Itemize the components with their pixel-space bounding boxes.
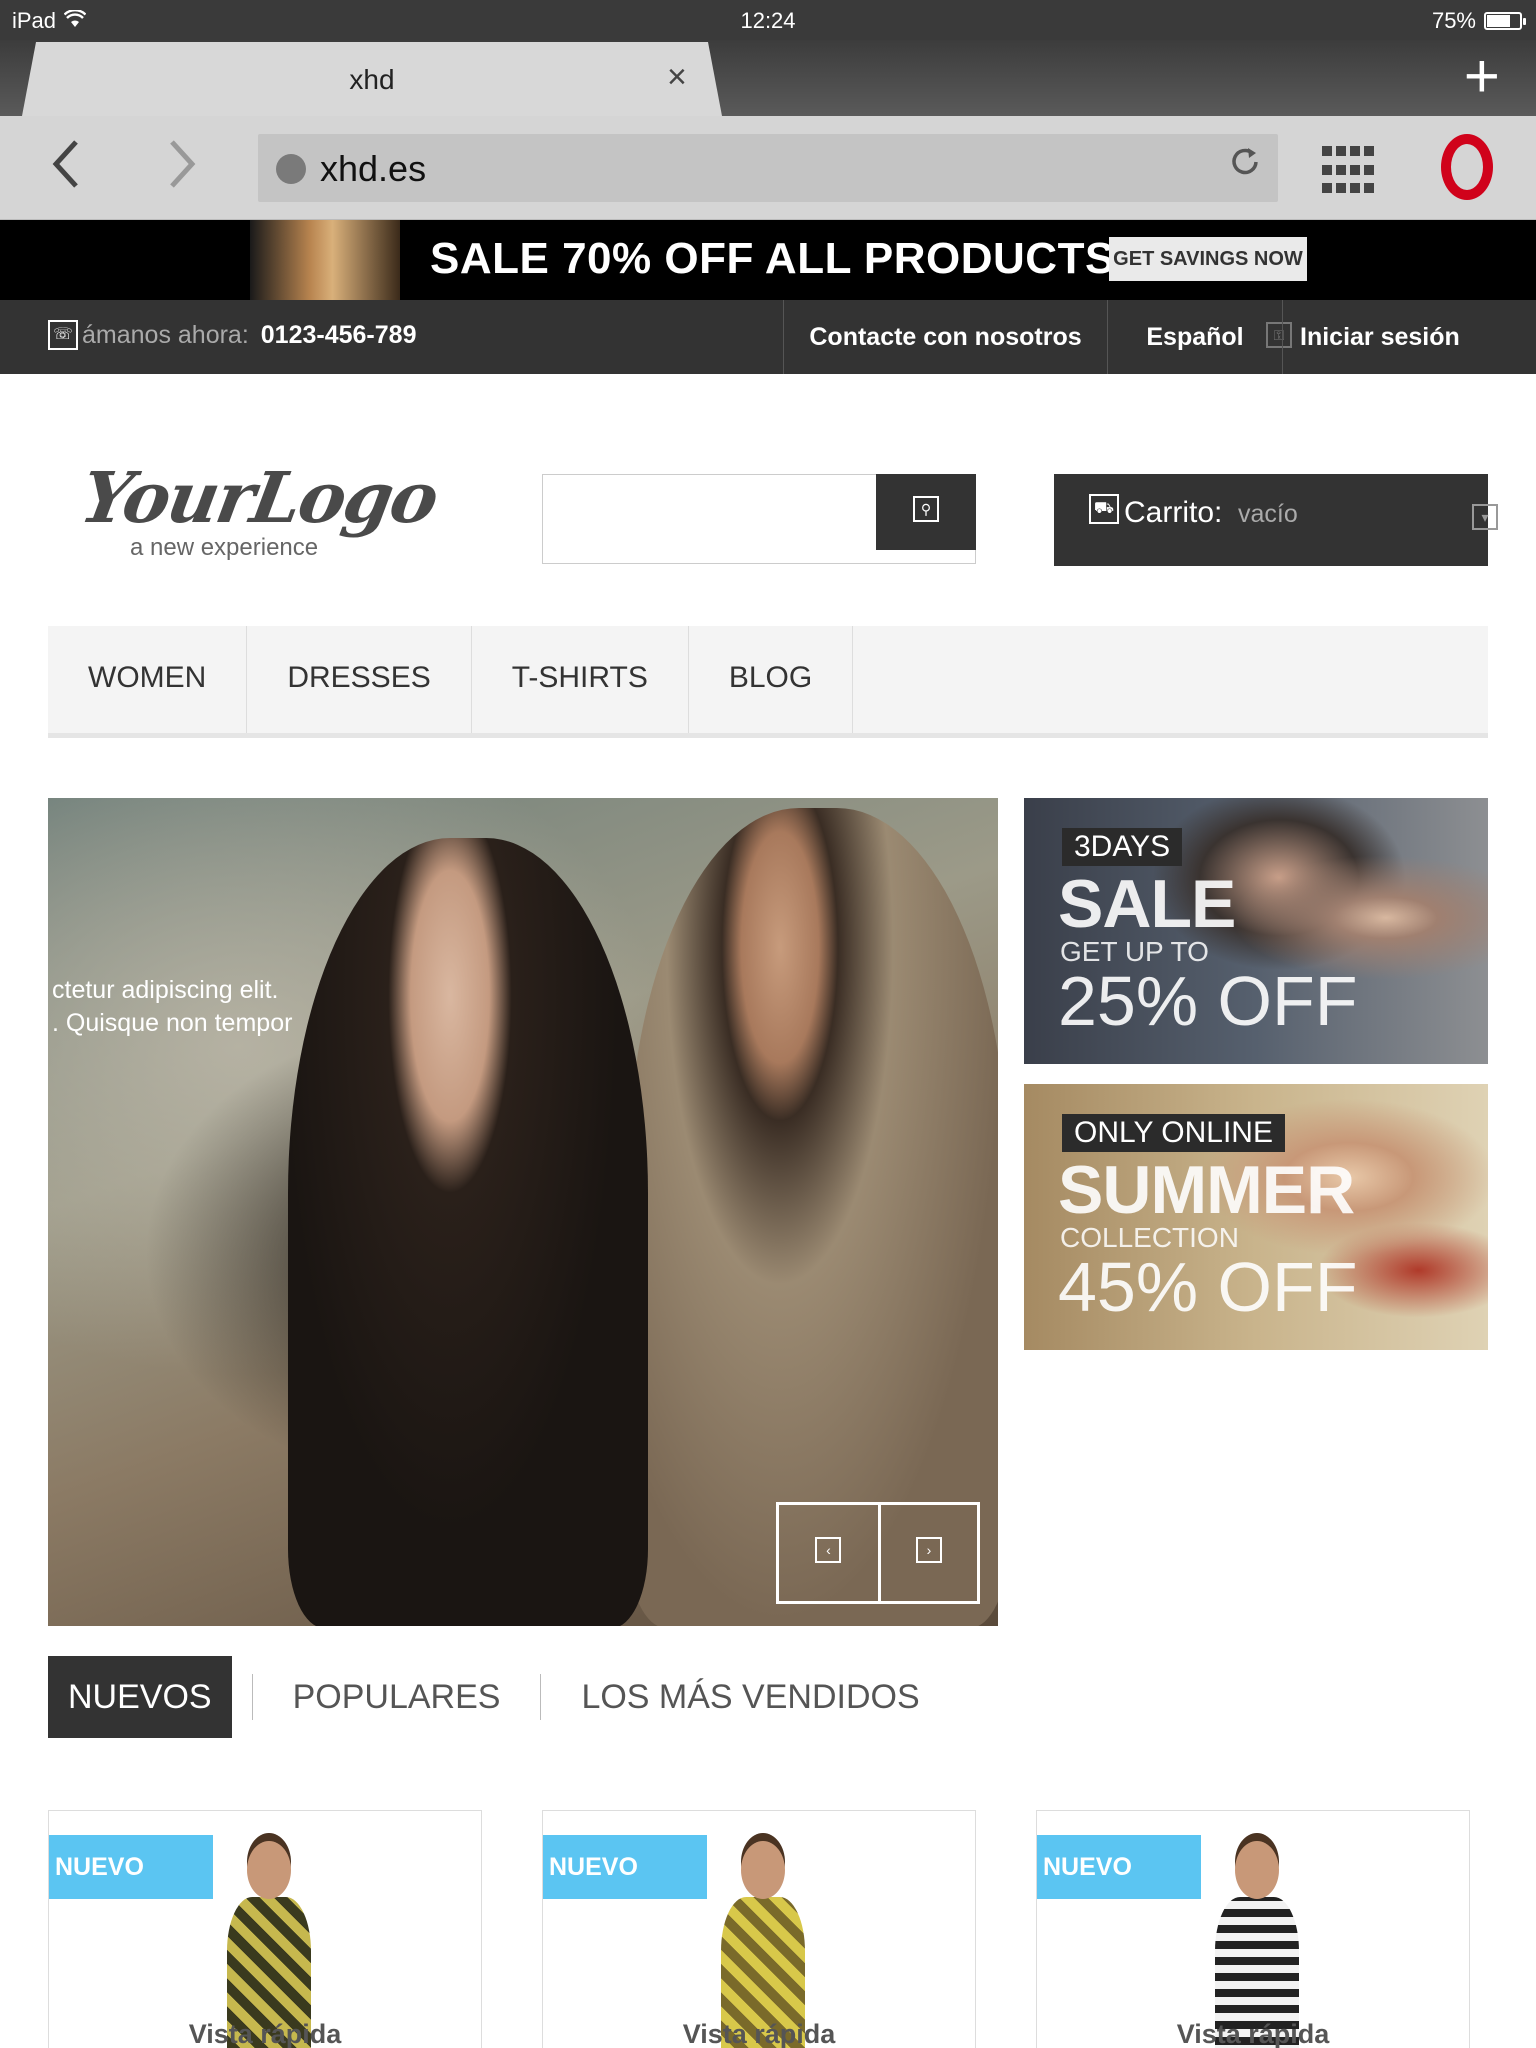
url-text: xhd.es [320,148,427,189]
main-nav: WOMEN DRESSES T-SHIRTS BLOG [48,626,1488,738]
status-right: 75% [1431,8,1526,34]
phone-icon: ☏ [48,320,78,350]
divider [251,1674,253,1720]
sale-banner[interactable]: SALE 70% OFF ALL PRODUCTS GET SAVINGS NO… [0,220,1536,300]
product-card[interactable]: NUEVO Vista rápida [1036,1810,1470,2048]
slider-next-button[interactable]: › [877,1505,977,1601]
promo-discount: 45% OFF [1058,1248,1358,1326]
reload-icon[interactable] [1228,144,1262,189]
product-tabs: NUEVOS POPULARES LOS MÁS VENDIDOS [48,1656,940,1738]
battery-percent: 75% [1431,8,1476,33]
top-info-bar: ☏ ámanos ahora: 0123-456-789 Contacte co… [0,300,1536,374]
quick-view-button[interactable]: Vista rápida [543,2019,975,2048]
browser-tab-strip: xhd × + [0,40,1536,116]
call-label: ámanos ahora: [82,320,249,349]
search-button[interactable]: ⚲ [876,474,976,550]
logo-tagline: a new experience [130,534,319,561]
login-link[interactable]: Iniciar sesión [1262,300,1482,374]
promo-tag: ONLY ONLINE [1062,1114,1285,1152]
promo-discount: 25% OFF [1058,962,1358,1040]
browser-toolbar: xhd.es [0,116,1536,220]
language-selector[interactable]: Español [1107,300,1282,374]
promo-tag: 3DAYS [1062,828,1183,866]
hero-caption-line-1: ctetur adipiscing elit. [52,976,279,1004]
product-card[interactable]: NUEVO Vista rápida [48,1810,482,2048]
hero-woman-image [288,838,648,1626]
prev-icon: ‹ [815,1537,842,1563]
product-card[interactable]: NUEVO Vista rápida [542,1810,976,2048]
plus-icon[interactable]: + [1464,46,1500,108]
battery-icon [1484,12,1526,30]
logo-text: YourLogo [74,456,444,539]
divider [540,1674,542,1720]
product-image[interactable] [209,1841,329,2048]
chevron-right-icon[interactable] [166,136,200,201]
new-badge: NUEVO [1037,1835,1201,1899]
ios-status-bar: iPad 12:24 75% [0,0,1536,40]
hero-caption: ctetur adipiscing elit. . Quisque non te… [52,974,292,1040]
opera-icon[interactable] [1441,134,1493,200]
phone-number: 0123-456-789 [260,320,417,349]
hero-slider[interactable]: ctetur adipiscing elit. . Quisque non te… [48,798,998,1626]
browser-tab[interactable]: xhd × [22,42,722,116]
phone-block: ☏ ámanos ahora: 0123-456-789 [48,320,416,350]
cart-block[interactable]: ⛟ Carrito: vacío ▾ [1054,474,1498,566]
slider-prev-button[interactable]: ‹ [779,1505,878,1601]
banner-model-image [250,220,400,300]
nav-item-dresses[interactable]: DRESSES [247,626,472,733]
tab-populares[interactable]: POPULARES [273,1656,521,1738]
tab-title: xhd [349,64,395,95]
tab-mas-vendidos[interactable]: LOS MÁS VENDIDOS [561,1656,939,1738]
nav-item-tshirts[interactable]: T-SHIRTS [472,626,689,733]
new-badge: NUEVO [49,1835,213,1899]
next-icon: › [915,1537,942,1563]
battery-fill [1487,15,1510,27]
promo-banner-sale[interactable]: 3DAYS SALE GET UP TO 25% OFF [1024,798,1488,1064]
product-image[interactable] [1197,1841,1317,2048]
cart-value: vacío [1238,500,1298,528]
status-time: 12:24 [740,8,796,33]
slider-controls: ‹ › [776,1502,980,1604]
contact-link[interactable]: Contacte con nosotros [783,300,1107,374]
promo-headline: SUMMER [1058,1152,1355,1228]
sale-text: SALE 70% OFF ALL PRODUCTS [430,234,1115,283]
tab-nuevos[interactable]: NUEVOS [48,1656,232,1738]
product-image[interactable] [703,1841,823,2048]
quick-view-button[interactable]: Vista rápida [49,2019,481,2048]
new-badge: NUEVO [543,1835,707,1899]
search-icon: ⚲ [913,496,939,522]
globe-icon [276,154,306,184]
search-input[interactable]: ⚲ [542,474,976,564]
site-logo[interactable]: YourLogo a new experience [75,456,444,576]
chevron-left-icon[interactable] [48,136,82,201]
promo-headline: SALE [1058,866,1236,942]
nav-item-women[interactable]: WOMEN [48,626,248,733]
url-field[interactable]: xhd.es [258,134,1278,202]
promo-banner-summer[interactable]: ONLY ONLINE SUMMER COLLECTION 45% OFF [1024,1084,1488,1350]
nav-item-blog[interactable]: BLOG [689,626,854,733]
get-savings-button[interactable]: GET SAVINGS NOW [1109,237,1307,281]
chevron-down-icon[interactable]: ▾ [1472,504,1498,530]
cart-icon: ⛟ [1089,494,1119,524]
close-icon[interactable]: × [667,58,687,97]
grid-icon[interactable] [1322,146,1374,198]
hero-caption-line-2: . Quisque non tempor [52,1009,293,1037]
quick-view-button[interactable]: Vista rápida [1037,2019,1469,2048]
cart-label: Carrito: [1124,496,1223,529]
